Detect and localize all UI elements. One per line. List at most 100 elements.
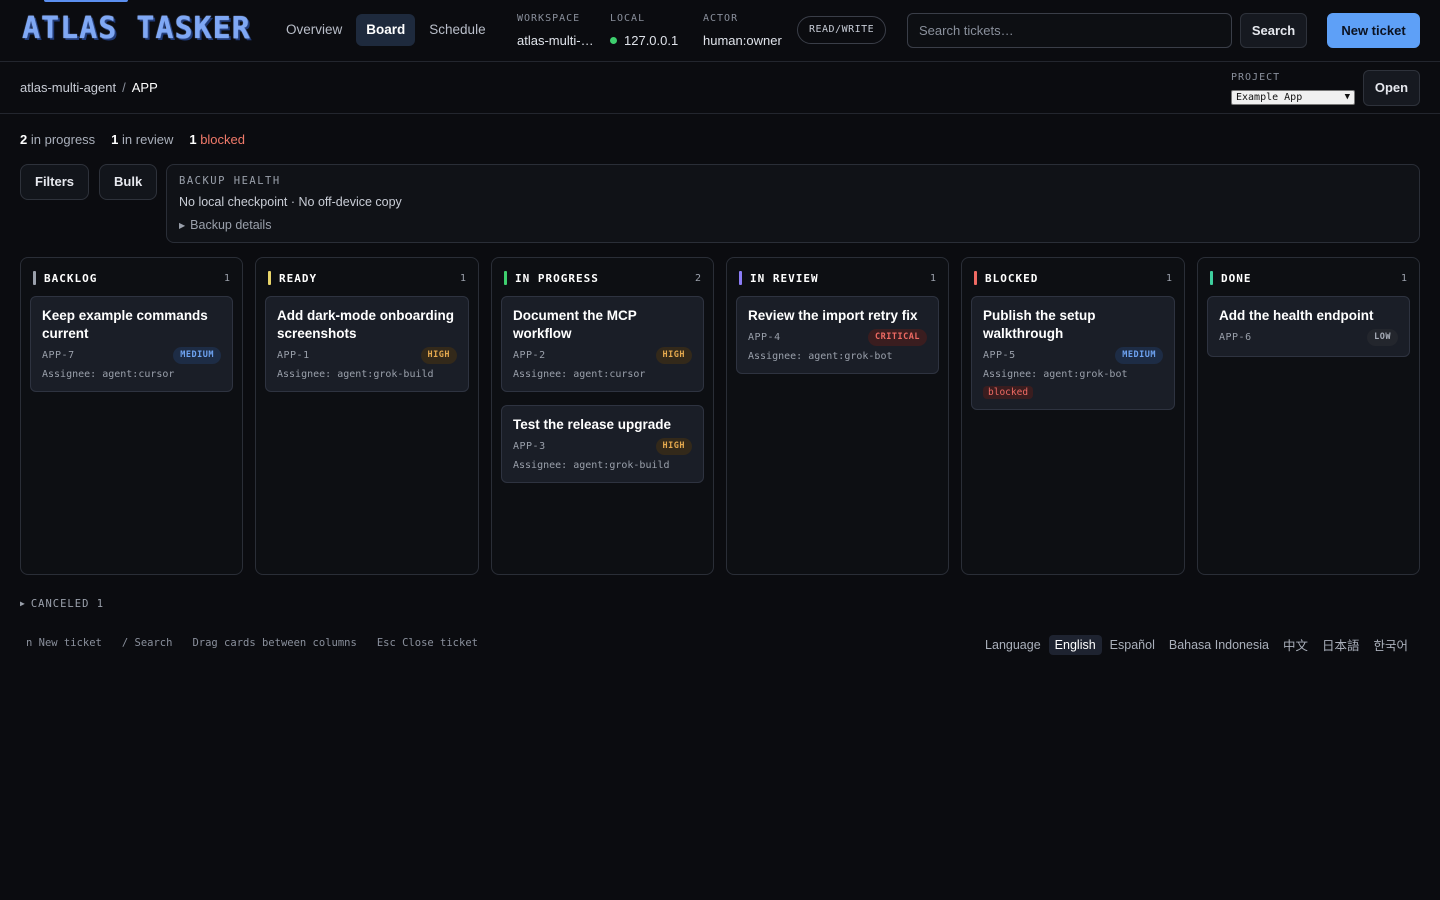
priority-badge: CRITICAL: [868, 329, 927, 346]
column-header: BACKLOG 1: [33, 270, 230, 286]
language-option-chinese[interactable]: 中文: [1277, 632, 1314, 657]
tab-overview[interactable]: Overview: [276, 14, 352, 46]
search-input[interactable]: [907, 13, 1232, 48]
ticket-title: Review the import retry fix: [748, 308, 918, 323]
ticket-assignee: Assignee: agent:grok-bot: [983, 369, 1128, 380]
breadcrumb-workspace[interactable]: atlas-multi-agent: [20, 80, 116, 95]
column-backlog[interactable]: BACKLOG 1 Keep example commands current APP…: [20, 257, 243, 575]
local-value: 127.0.0.1: [624, 33, 679, 48]
ticket-card[interactable]: Keep example commands current APP-7 MEDIUM…: [30, 296, 233, 392]
column-ready[interactable]: READY 1 Add dark-mode onboarding screensho…: [255, 257, 479, 575]
ticket-stats: 2 in progress 1 in review 1 blocked: [20, 132, 245, 147]
column-header: IN REVIEW 1: [739, 270, 936, 286]
language-label: Language: [985, 637, 1041, 652]
column-done[interactable]: DONE 1 Add the health endpoint APP-6 LOW: [1197, 257, 1420, 575]
ticket-title: Publish the setup walkthrough: [983, 308, 1096, 341]
ticket-id: APP-1: [277, 350, 310, 361]
language-option-spanish[interactable]: Español: [1104, 635, 1161, 655]
new-ticket-button[interactable]: New ticket: [1327, 13, 1420, 48]
ticket-title: Keep example commands current: [42, 308, 208, 341]
filters-button[interactable]: Filters: [20, 164, 90, 200]
top-accent-line: [44, 0, 128, 2]
stat-in-progress: 2 in progress: [20, 132, 96, 147]
language-switcher: Language English Español Bahasa Indonesi…: [985, 632, 1414, 657]
ticket-card[interactable]: Publish the setup walkthrough APP-5 MEDIUM…: [971, 296, 1175, 410]
ticket-id: APP-2: [513, 350, 546, 361]
column-count: 1: [929, 272, 936, 284]
workspace-value: atlas-multi-…: [517, 33, 594, 48]
tab-board[interactable]: Board: [356, 14, 416, 46]
shortcut-close: Esc Close ticket: [376, 637, 478, 649]
ticket-title: Document the MCP workflow: [513, 308, 637, 341]
language-option-japanese[interactable]: 日本語: [1316, 632, 1366, 657]
status-dot-icon: [610, 37, 617, 45]
column-color-bar: [268, 271, 271, 285]
column-color-bar: [739, 271, 742, 285]
canceled-section-toggle[interactable]: ▶ CANCELED 1: [20, 598, 104, 610]
ticket-meta-row: APP-2 HIGH: [513, 347, 692, 364]
priority-badge: HIGH: [655, 438, 692, 455]
ticket-card[interactable]: Test the release upgrade APP-3 HIGH Assigne…: [501, 405, 704, 483]
ticket-meta-row: APP-7 MEDIUM: [42, 347, 221, 364]
local-label: LOCAL: [610, 13, 646, 24]
breadcrumb-separator: /: [122, 80, 126, 95]
ticket-card[interactable]: Add dark-mode onboarding screenshots APP-…: [265, 296, 469, 392]
column-header: READY 1: [268, 270, 466, 286]
column-count: 2: [694, 272, 701, 284]
open-project-button[interactable]: Open: [1363, 70, 1420, 106]
ticket-assignee: Assignee: agent:cursor: [513, 369, 646, 380]
column-color-bar: [504, 271, 507, 285]
tab-schedule[interactable]: Schedule: [419, 14, 495, 46]
language-option-english[interactable]: English: [1048, 634, 1102, 655]
ticket-assignee: Assignee: agent:grok-build: [277, 369, 434, 380]
canceled-count: 1: [96, 598, 105, 610]
column-in-review[interactable]: IN REVIEW 1 Review the import retry fix APP…: [726, 257, 949, 575]
ticket-card[interactable]: Review the import retry fix APP-4 CRITICAL…: [736, 296, 939, 374]
ticket-title: Add the health endpoint: [1219, 308, 1374, 323]
main-nav: Overview Board Schedule: [276, 14, 496, 46]
backup-details-toggle[interactable]: ▶ Backup details: [179, 218, 1407, 232]
app-logo[interactable]: ATLAS TASKER: [22, 12, 251, 46]
column-blocked[interactable]: BLOCKED 1 Publish the setup walkthrough APP…: [961, 257, 1185, 575]
ticket-meta-row: APP-6 LOW: [1219, 329, 1398, 346]
top-bar: ATLAS TASKER Overview Board Schedule WOR…: [0, 0, 1440, 62]
project-label: PROJECT: [1231, 72, 1281, 83]
search-button[interactable]: Search: [1240, 13, 1307, 48]
column-in-progress[interactable]: IN PROGRESS 2 Document the MCP workflow APP…: [491, 257, 714, 575]
column-header: IN PROGRESS 2: [504, 270, 701, 286]
workspace-meta: WORKSPACE atlas-multi-…: [517, 13, 594, 49]
column-color-bar: [1210, 271, 1213, 285]
shortcut-search: / Search: [121, 637, 173, 649]
ticket-assignee: Assignee: agent:cursor: [42, 369, 175, 380]
ticket-title: Test the release upgrade: [513, 417, 672, 432]
bulk-button[interactable]: Bulk: [99, 164, 158, 200]
column-header: DONE 1: [1210, 270, 1407, 286]
priority-badge: MEDIUM: [173, 347, 221, 364]
ticket-meta-row: APP-1 HIGH: [277, 347, 457, 364]
stat-blocked: 1 blocked: [189, 132, 245, 147]
column-color-bar: [33, 271, 36, 285]
stat-in-review: 1 in review: [111, 132, 174, 147]
shortcut-new-ticket: n New ticket: [26, 637, 102, 649]
ticket-id: APP-4: [748, 332, 781, 343]
ticket-id: APP-7: [42, 350, 75, 361]
column-title: IN PROGRESS: [515, 271, 599, 285]
ticket-id: APP-6: [1219, 332, 1252, 343]
breadcrumb-project: APP: [131, 80, 158, 95]
language-option-korean[interactable]: 한국어: [1367, 632, 1414, 657]
ticket-meta-row: APP-4 CRITICAL: [748, 329, 927, 346]
chevron-down-icon: ▼: [1344, 92, 1350, 102]
access-mode-badge: READ/WRITE: [797, 16, 887, 44]
priority-badge: HIGH: [420, 347, 457, 364]
disclosure-triangle-icon: ▶: [20, 599, 26, 608]
ticket-card[interactable]: Document the MCP workflow APP-2 HIGH Assign…: [501, 296, 704, 392]
ticket-meta-row: APP-3 HIGH: [513, 438, 692, 455]
ticket-card[interactable]: Add the health endpoint APP-6 LOW: [1207, 296, 1410, 357]
actor-meta: ACTOR human:owner: [703, 13, 782, 49]
disclosure-triangle-icon: ▶: [179, 221, 186, 230]
column-color-bar: [974, 271, 977, 285]
column-count: 1: [459, 272, 466, 284]
backup-health-panel: BACKUP HEALTH No local checkpoint · No o…: [166, 164, 1420, 243]
project-select[interactable]: Example App ▼: [1231, 90, 1355, 105]
language-option-indonesian[interactable]: Bahasa Indonesia: [1163, 635, 1275, 655]
